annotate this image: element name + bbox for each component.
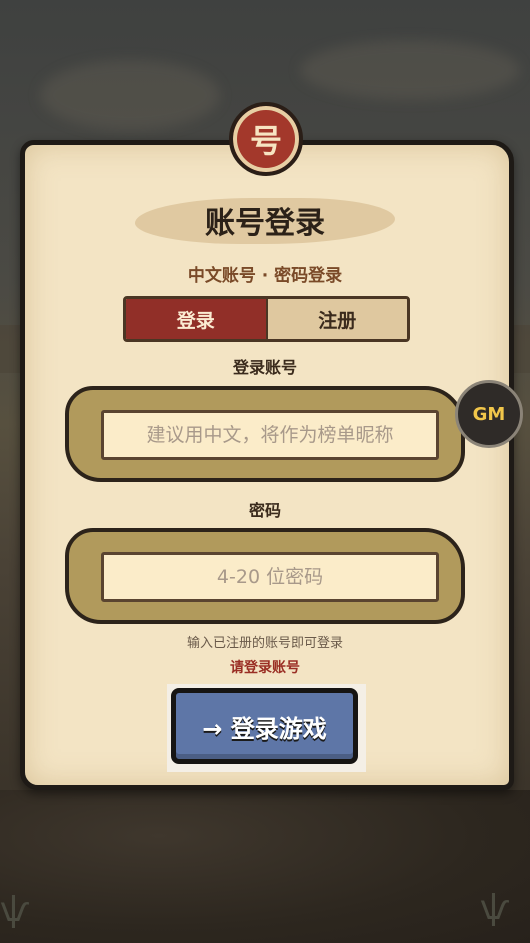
background-cloud [40, 60, 220, 130]
login-hint: 输入已注册的账号即可登录 [186, 636, 343, 651]
login-register-tabs: 登录 注册 [123, 296, 410, 342]
password-field-label: 密码 [248, 501, 281, 520]
password-input[interactable] [101, 552, 439, 602]
background-cloud [300, 40, 520, 100]
login-game-button[interactable]: → 登录游戏 [171, 688, 358, 764]
page-subtitle: 中文账号 · 密码登录 [187, 266, 343, 286]
account-input[interactable] [101, 410, 439, 460]
account-badge-icon: 号 [229, 102, 303, 176]
background-ground [0, 790, 530, 943]
login-error-message: 请登录账号 [230, 660, 300, 676]
grass-decoration: ѱ [0, 890, 30, 930]
submit-button-backdrop: → 登录游戏 [167, 684, 366, 772]
account-field-label: 登录账号 [232, 358, 297, 377]
login-game-button-label: → 登录游戏 [202, 714, 327, 743]
badge-glyph: 号 [249, 122, 282, 160]
page-title: 账号登录 [205, 206, 325, 241]
password-field-frame [65, 528, 465, 624]
gm-floating-button[interactable]: GM [455, 380, 523, 448]
grass-decoration: ѱ [480, 888, 510, 928]
gm-button-label: GM [472, 403, 506, 425]
tab-login[interactable]: 登录 [126, 299, 266, 339]
tab-register[interactable]: 注册 [265, 299, 407, 339]
account-field-frame [65, 386, 465, 482]
